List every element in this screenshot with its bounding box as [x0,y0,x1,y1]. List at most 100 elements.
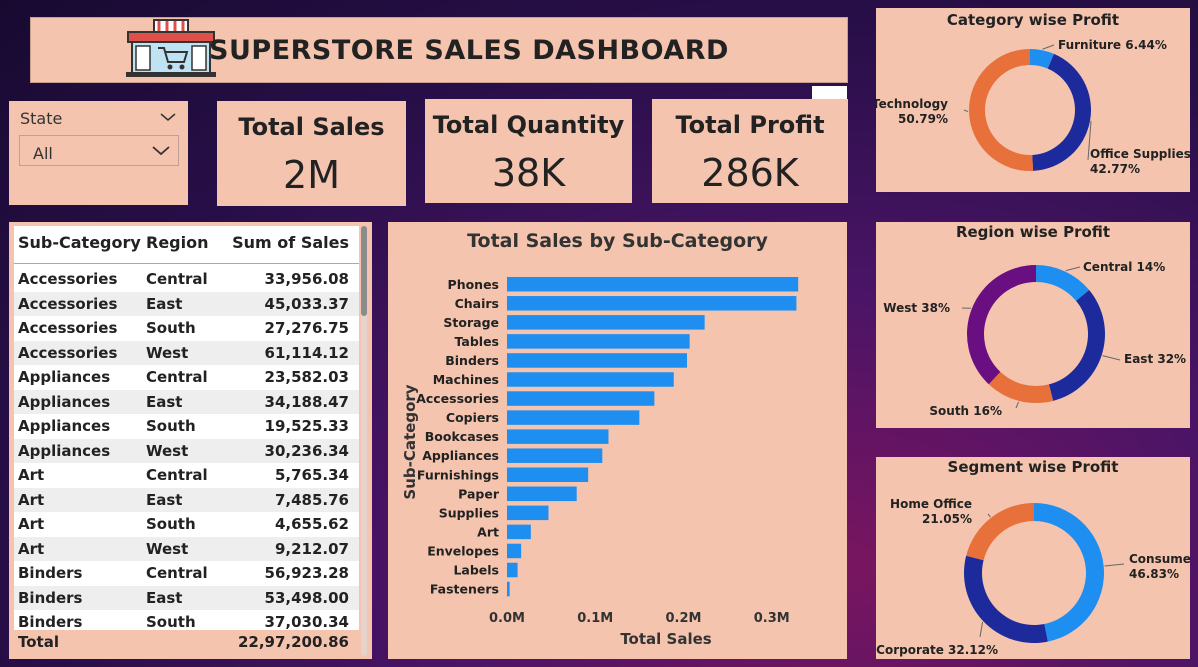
table-row[interactable]: Accessories Central 33,956.08 [14,267,359,292]
table-row[interactable]: Binders South 37,030.34 [14,610,359,630]
bar-label: Supplies [439,505,499,520]
slice-label: 42.77% [1090,162,1140,176]
donut-slice[interactable] [966,503,1034,561]
bar[interactable] [507,372,674,387]
bar[interactable] [507,296,797,311]
cell-sales: 61,114.12 [264,343,349,362]
x-tick-label: 0.2M [665,611,701,626]
bar[interactable] [507,353,687,368]
chevron-down-icon[interactable] [150,139,172,165]
bar-label: Paper [458,486,500,501]
cell-region: South [146,319,196,337]
slice-label: Office Supplies [1090,147,1190,161]
bar[interactable] [507,562,518,578]
bar[interactable] [507,524,531,540]
sales-by-subcategory-chart[interactable]: Total Sales by Sub-Category Phones Chairs… [388,222,847,659]
bar[interactable] [507,581,510,597]
cell-subcategory: Accessories [18,343,118,362]
kpi-total-profit: Total Profit 286K [652,99,848,203]
table-row[interactable]: Art West 9,212.07 [14,536,359,561]
kpi-value: 38K [491,151,566,195]
cell-subcategory: Accessories [18,319,118,337]
table-row[interactable]: Art East 7,485.76 [14,487,359,512]
bar-label: Storage [443,315,499,330]
column-header-subcategory[interactable]: Sub-Category [18,233,141,252]
bar-label: Copiers [446,410,499,425]
cell-sales: 34,188.47 [264,392,349,411]
x-tick-label: 0.3M [754,611,790,626]
scrollbar-thumb[interactable] [361,226,367,316]
cell-sales: 30,236.34 [264,441,349,460]
donut-slice[interactable] [1032,53,1091,171]
cell-sales: 37,030.34 [264,613,349,630]
bar[interactable] [507,467,589,483]
x-tick-label: 0.0M [489,611,525,626]
table-row[interactable]: Accessories South 27,276.75 [14,316,359,341]
column-header-sum-of-sales[interactable]: Sum of Sales [232,233,349,252]
table-row[interactable]: Appliances South 19,525.33 [14,414,359,439]
slice-label: West 38% [883,301,950,315]
donut-slice[interactable] [1034,503,1104,642]
region-profit-chart[interactable]: Region wise Profit Central 14% East 32% So… [876,222,1190,428]
kpi-label: Total Profit [675,111,825,139]
donut-slice[interactable] [1036,265,1090,301]
bar[interactable] [507,505,549,521]
table-row[interactable]: Appliances East 34,188.47 [14,389,359,414]
donut-slice[interactable] [1048,290,1105,401]
cell-sales: 45,033.37 [264,294,349,313]
kpi-total-quantity: Total Quantity 38K [425,99,632,203]
sales-table-panel: Sub-Category Region Sum of Sales Accesso… [9,222,372,659]
donut-slice[interactable] [969,49,1034,171]
bar-label: Furnishings [417,467,499,482]
leader-line [1065,266,1081,272]
column-header-region[interactable]: Region [146,233,209,252]
sales-table[interactable]: Sub-Category Region Sum of Sales Accesso… [14,226,359,630]
slice-label: Technology [876,97,948,111]
bar[interactable] [507,391,655,406]
table-row[interactable]: Appliances Central 23,582.03 [14,365,359,390]
leader-line [1042,44,1055,50]
table-scrollbar[interactable] [361,226,367,656]
donut-slice[interactable] [967,265,1036,385]
table-row[interactable]: Appliances West 30,236.34 [14,438,359,463]
cell-region: East [146,392,183,411]
table-row[interactable]: Binders Central 56,923.28 [14,561,359,586]
bar[interactable] [507,334,690,349]
cell-region: Central [146,564,208,582]
y-axis-title: Sub-Category [401,384,419,499]
bar[interactable] [507,429,609,444]
kpi-label: Total Quantity [432,111,625,139]
state-dropdown-value: All [33,144,53,163]
slice-label: Home Office [890,497,972,511]
table-header: Sub-Category Region Sum of Sales [14,226,359,264]
bar[interactable] [507,448,603,463]
segment-profit-chart[interactable]: Segment wise Profit Consumer46.83%Corpor… [876,457,1190,659]
table-row[interactable]: Art Central 5,765.34 [14,463,359,488]
bar[interactable] [507,543,522,559]
table-row[interactable]: Accessories East 45,033.37 [14,291,359,316]
category-profit-chart[interactable]: Category wise Profit Furniture 6.44% Offi… [876,8,1190,192]
bar-label: Bookcases [425,429,499,444]
donut-slice[interactable] [988,371,1054,403]
cell-sales: 27,276.75 [264,319,349,337]
state-dropdown[interactable]: All [19,135,179,166]
slice-label: Central 14% [1083,260,1165,274]
leader-line [1015,401,1020,409]
table-row[interactable]: Binders East 53,498.00 [14,585,359,610]
bar[interactable] [507,410,640,425]
bar[interactable] [507,277,799,292]
cell-sales: 23,582.03 [264,368,349,386]
bar[interactable] [507,315,705,330]
bar[interactable] [507,486,577,502]
bar-label: Chairs [455,296,499,311]
donut-slice[interactable] [964,555,1048,643]
chevron-up-icon[interactable] [160,111,176,125]
slice-label: 46.83% [1129,567,1179,581]
donut-svg: Consumer46.83% Corporate 32.12% Home Offic… [876,497,1190,657]
table-row[interactable]: Accessories West 61,114.12 [14,340,359,365]
cell-region: West [146,343,189,362]
slice-label: Consumer [1129,552,1190,566]
table-row[interactable]: Art South 4,655.62 [14,512,359,537]
bar-label: Phones [448,277,499,292]
bar-label: Fasteners [430,582,499,597]
